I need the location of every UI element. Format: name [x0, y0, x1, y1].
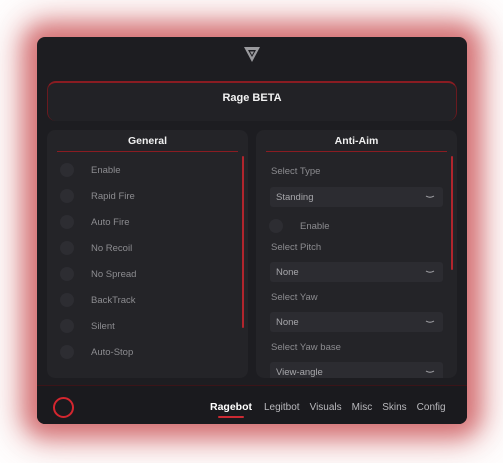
- power-ring-icon[interactable]: [53, 397, 74, 418]
- general-item-auto-stop[interactable]: Auto-Stop: [60, 344, 133, 360]
- tab-visuals[interactable]: Visuals: [310, 402, 342, 413]
- anti-aim-header: Anti-Aim: [266, 130, 447, 152]
- select-yaw-label: Select Yaw: [271, 292, 318, 303]
- select-pitch-value: None: [276, 266, 299, 278]
- general-item-enable[interactable]: Enable: [60, 162, 121, 178]
- anti-aim-panel: Anti-Aim Select Type Standing Enable Sel…: [256, 130, 457, 378]
- logo-bar: [37, 37, 467, 71]
- select-yaw-base-value: View-angle: [276, 366, 323, 378]
- general-item-backtrack[interactable]: BackTrack: [60, 292, 136, 308]
- checkbox[interactable]: [60, 241, 74, 255]
- triangle-logo-icon: [244, 47, 260, 62]
- tab-bar: Ragebot Legitbot Visuals Misc Skins Conf…: [210, 401, 446, 418]
- general-panel: General Enable Rapid Fire Auto Fire No R…: [47, 130, 248, 378]
- anti-aim-scrollbar[interactable]: [451, 156, 453, 270]
- general-header: General: [57, 130, 238, 152]
- checkbox[interactable]: [60, 267, 74, 281]
- checkbox[interactable]: [60, 163, 74, 177]
- tab-ragebot[interactable]: Ragebot: [210, 401, 252, 418]
- anti-aim-enable[interactable]: Enable: [269, 218, 330, 234]
- checkbox[interactable]: [60, 293, 74, 307]
- tab-misc[interactable]: Misc: [352, 402, 373, 413]
- check-label: Enable: [91, 164, 121, 176]
- select-pitch-dropdown[interactable]: None: [270, 262, 443, 282]
- select-yaw-value: None: [276, 316, 299, 328]
- tab-legitbot[interactable]: Legitbot: [264, 402, 300, 413]
- checkbox[interactable]: [60, 345, 74, 359]
- general-item-auto-fire[interactable]: Auto Fire: [60, 214, 130, 230]
- check-label: Rapid Fire: [91, 190, 135, 202]
- check-label: Enable: [300, 220, 330, 232]
- tab-skins[interactable]: Skins: [382, 402, 406, 413]
- check-label: No Recoil: [91, 242, 133, 254]
- general-item-no-recoil[interactable]: No Recoil: [60, 240, 132, 256]
- tab-config[interactable]: Config: [417, 402, 446, 413]
- chevron-down-icon: [425, 270, 435, 273]
- select-yaw-dropdown[interactable]: None: [270, 312, 443, 332]
- general-item-no-spread[interactable]: No Spread: [60, 266, 136, 282]
- checkbox[interactable]: [269, 219, 283, 233]
- select-type-value: Standing: [276, 191, 314, 203]
- check-label: Auto Fire: [91, 216, 130, 228]
- general-scrollbar[interactable]: [242, 156, 244, 328]
- bottom-bar: Ragebot Legitbot Visuals Misc Skins Conf…: [37, 385, 467, 424]
- general-item-rapid-fire[interactable]: Rapid Fire: [60, 188, 135, 204]
- select-type-dropdown[interactable]: Standing: [270, 187, 443, 207]
- select-yaw-base-dropdown[interactable]: View-angle: [270, 362, 443, 378]
- window-title: Rage BETA: [222, 92, 282, 104]
- checkbox[interactable]: [60, 215, 74, 229]
- chevron-down-icon: [425, 370, 435, 373]
- chevron-down-icon: [425, 320, 435, 323]
- select-yaw-base-label: Select Yaw base: [271, 342, 341, 353]
- chevron-down-icon: [425, 195, 435, 198]
- general-item-silent[interactable]: Silent: [60, 318, 115, 334]
- check-label: No Spread: [91, 268, 137, 280]
- check-label: Auto-Stop: [91, 346, 134, 358]
- select-type-label: Select Type: [271, 166, 321, 177]
- check-label: Silent: [91, 320, 115, 332]
- title-box: Rage BETA: [47, 81, 457, 121]
- checkbox[interactable]: [60, 189, 74, 203]
- check-label: BackTrack: [91, 294, 136, 306]
- cheat-menu-window: Rage BETA General Enable Rapid Fire Auto…: [37, 37, 467, 424]
- checkbox[interactable]: [60, 319, 74, 333]
- select-pitch-label: Select Pitch: [271, 242, 322, 253]
